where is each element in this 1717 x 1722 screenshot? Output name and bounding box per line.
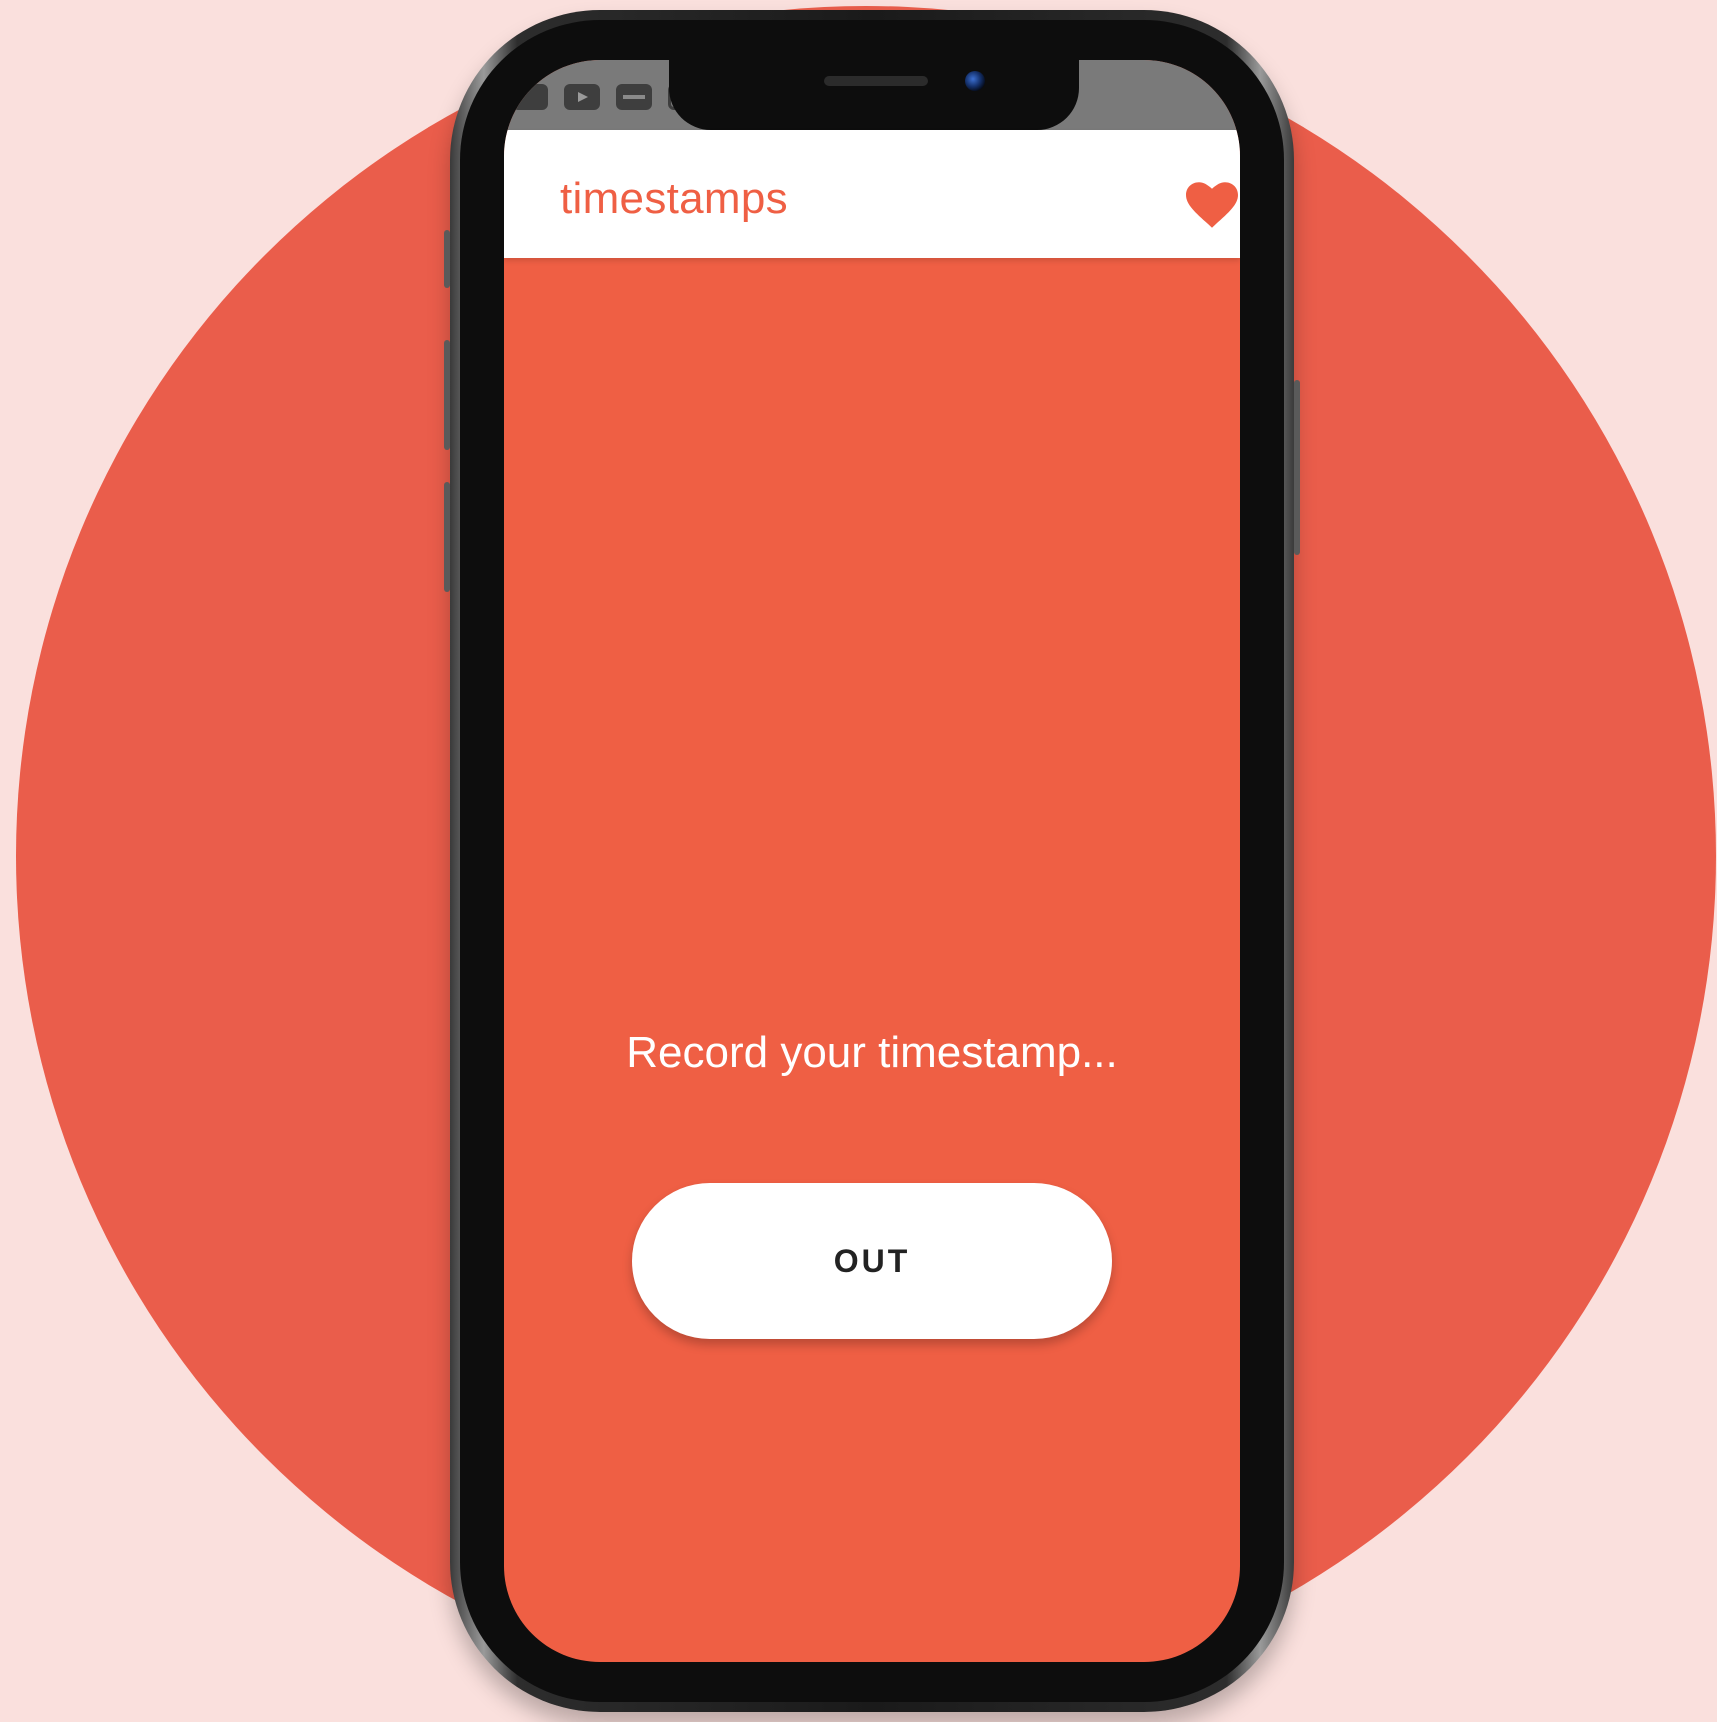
- out-button[interactable]: OUT: [632, 1183, 1112, 1339]
- app-title: timestamps: [560, 174, 788, 223]
- play-icon: [564, 84, 600, 110]
- mute-switch: [444, 230, 450, 288]
- app-bar: timestamps: [504, 130, 1240, 258]
- video-icon: [512, 84, 548, 110]
- volume-down-button: [444, 482, 450, 592]
- status-bar-icons: [512, 84, 694, 110]
- phone-frame: timestamps Record your timestamp... OUT: [444, 10, 1300, 1712]
- earpiece-speaker: [824, 76, 928, 86]
- record-prompt: Record your timestamp...: [626, 1028, 1118, 1077]
- phone-screen: timestamps Record your timestamp... OUT: [504, 60, 1240, 1662]
- volume-up-button: [444, 340, 450, 450]
- front-camera: [965, 71, 985, 91]
- power-button: [1294, 380, 1300, 555]
- heart-icon[interactable]: [1186, 182, 1238, 228]
- keyboard-icon: [616, 84, 652, 110]
- notch: [669, 60, 1079, 130]
